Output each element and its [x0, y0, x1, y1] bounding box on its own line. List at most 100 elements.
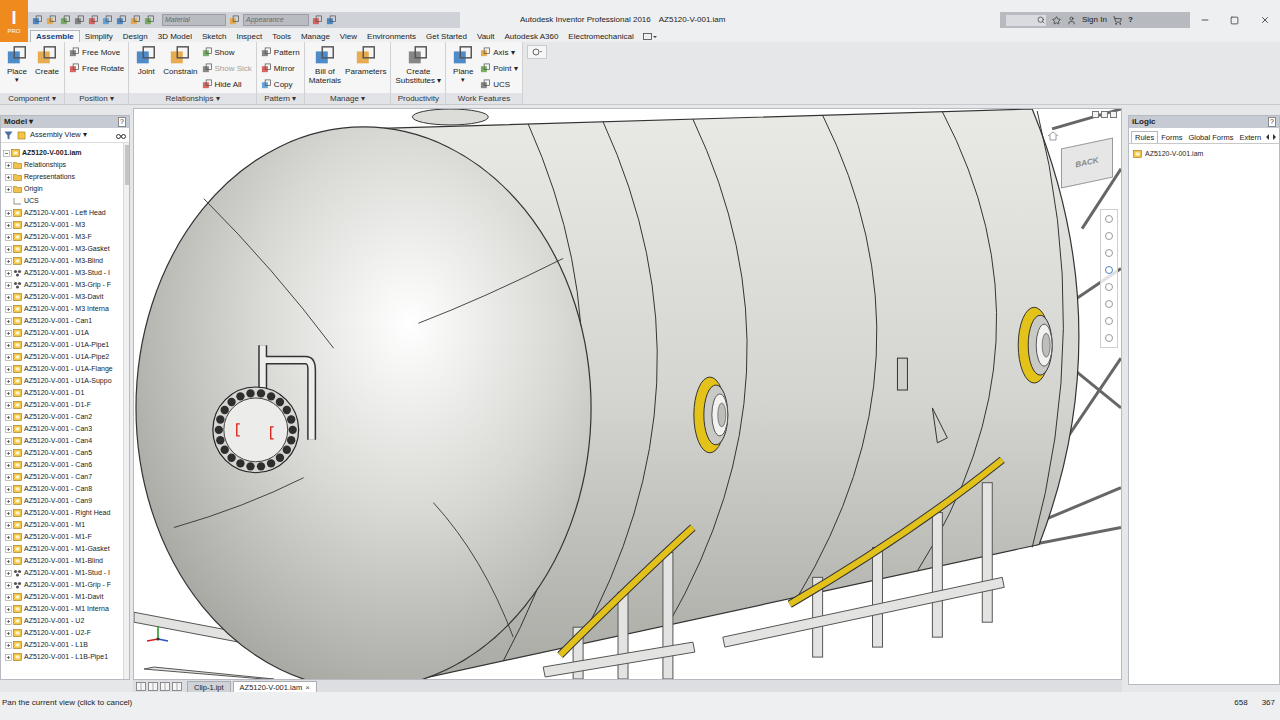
- tree-item[interactable]: Representations: [1, 171, 123, 183]
- expander-icon[interactable]: [5, 186, 12, 193]
- tree-item[interactable]: Relationships: [1, 159, 123, 171]
- ribbon-tab[interactable]: Get Started: [421, 31, 472, 42]
- expander-icon[interactable]: [5, 414, 12, 421]
- appearance-dropdown[interactable]: Appearance: [243, 14, 309, 26]
- ribbon-button[interactable]: Parameters: [345, 45, 386, 93]
- expander-icon[interactable]: [5, 474, 12, 481]
- cart-icon[interactable]: [1113, 16, 1122, 25]
- ribbon-small-button[interactable]: Free Move: [69, 45, 124, 60]
- window-arrange-icon[interactable]: [172, 682, 182, 691]
- expander-icon[interactable]: [5, 246, 12, 253]
- expander-icon[interactable]: [5, 294, 12, 301]
- tree-item[interactable]: AZ5120-V-001 - M1-Blind: [1, 555, 123, 567]
- expander-icon[interactable]: [5, 354, 12, 361]
- expander-icon[interactable]: [5, 210, 12, 217]
- tree-item[interactable]: AZ5120-V-001 - M1-Gasket: [1, 543, 123, 555]
- minimize-icon[interactable]: [1200, 15, 1210, 25]
- tree-item[interactable]: AZ5120-V-001 - M1 Interna: [1, 603, 123, 615]
- tree-item[interactable]: AZ5120-V-001 - M3-Davit: [1, 291, 123, 303]
- nav-tool-icon[interactable]: [1104, 299, 1114, 309]
- ribbon-small-button[interactable]: Show: [202, 45, 252, 60]
- tree-item[interactable]: AZ5120-V-001 - D1-F: [1, 399, 123, 411]
- tree-item[interactable]: AZ5120-V-001 - Left Head: [1, 207, 123, 219]
- ribbon-group-label[interactable]: Work Features: [446, 93, 521, 104]
- tree-item[interactable]: AZ5120-V-001 - U1A: [1, 327, 123, 339]
- manway[interactable]: [213, 345, 312, 473]
- nav-tool-icon[interactable]: [1104, 265, 1114, 275]
- expander-icon[interactable]: [5, 318, 12, 325]
- restore-icon[interactable]: [1230, 16, 1239, 25]
- expander-icon[interactable]: [5, 426, 12, 433]
- expander-icon[interactable]: [5, 642, 12, 649]
- ribbon-small-button[interactable]: Show Sick: [202, 61, 252, 76]
- ribbon-tab[interactable]: Vault: [472, 31, 500, 42]
- expander-icon[interactable]: [5, 438, 12, 445]
- vessel-model[interactable]: [134, 109, 1121, 679]
- ribbon-button[interactable]: Joint: [133, 45, 159, 93]
- expander-icon[interactable]: [5, 570, 12, 577]
- window-arrange-icon[interactable]: [136, 682, 146, 691]
- find-icon[interactable]: [116, 131, 126, 140]
- tree-item[interactable]: AZ5120-V-001 - U2: [1, 615, 123, 627]
- ribbon-small-button[interactable]: Hide All: [202, 77, 252, 92]
- ribbon-small-button[interactable]: UCS: [480, 77, 517, 92]
- close-tab-button[interactable]: ×: [305, 682, 310, 693]
- graphics-window[interactable]: BACK: [133, 108, 1122, 680]
- help-button[interactable]: ?: [1268, 117, 1276, 127]
- ribbon-group-label[interactable]: Component ▾: [0, 93, 64, 104]
- tree-item[interactable]: AZ5120-V-001 - U2-F: [1, 627, 123, 639]
- tree-item[interactable]: AZ5120-V-001 - M3-Stud - I: [1, 267, 123, 279]
- nav-tool-icon[interactable]: [1104, 214, 1114, 224]
- expander-icon[interactable]: [5, 654, 12, 661]
- search-field[interactable]: [1006, 15, 1046, 26]
- expander-icon[interactable]: [5, 462, 12, 469]
- expander-icon[interactable]: [5, 222, 12, 229]
- ribbon-tab[interactable]: Assemble: [30, 30, 80, 42]
- ribbon-tab[interactable]: Autodesk A360: [500, 31, 564, 42]
- nozzle[interactable]: [694, 377, 728, 453]
- expander-icon[interactable]: [5, 594, 12, 601]
- expander-icon[interactable]: [5, 366, 12, 373]
- window-arrange-icon[interactable]: [160, 682, 170, 691]
- ribbon-tab[interactable]: Tools: [267, 31, 296, 42]
- window-arrange-icon[interactable]: [148, 682, 158, 691]
- material-dropdown[interactable]: Material: [162, 14, 226, 26]
- panel-title[interactable]: Model ▾: [4, 116, 33, 128]
- tree-item[interactable]: AZ5120-V-001 - M1-Grip - F: [1, 579, 123, 591]
- expander-icon[interactable]: [5, 402, 12, 409]
- ribbon-button[interactable]: Bill ofMaterials: [309, 45, 341, 93]
- ribbon-group-label[interactable]: Pattern ▾: [257, 93, 304, 104]
- ribbon-small-button[interactable]: Mirror: [261, 61, 300, 76]
- tree-item[interactable]: AZ5120-V-001 - M1-Davit: [1, 591, 123, 603]
- expander-icon[interactable]: [3, 150, 10, 157]
- tree-item[interactable]: AZ5120-V-001 - Right Head: [1, 507, 123, 519]
- expander-icon[interactable]: [5, 498, 12, 505]
- ribbon-group-label[interactable]: Manage ▾: [305, 93, 391, 104]
- tree-item[interactable]: AZ5120-V-001 - Can8: [1, 483, 123, 495]
- expander-icon[interactable]: [5, 234, 12, 241]
- nav-tool-icon[interactable]: [1104, 282, 1114, 292]
- filter-icon[interactable]: [4, 131, 13, 140]
- expander-icon[interactable]: [5, 510, 12, 517]
- expander-icon[interactable]: [5, 378, 12, 385]
- viewport-control-button[interactable]: [1092, 111, 1099, 118]
- tree-item[interactable]: AZ5120-V-001 - M1-F: [1, 531, 123, 543]
- ribbon-button[interactable]: Create: [34, 45, 60, 93]
- ribbon-tab[interactable]: Environments: [362, 31, 421, 42]
- expander-icon[interactable]: [5, 606, 12, 613]
- tree-item[interactable]: AZ5120-V-001 - Can1: [1, 315, 123, 327]
- tree-item[interactable]: AZ5120-V-001 - M3-Grip - F: [1, 279, 123, 291]
- ribbon-button[interactable]: Constrain: [163, 45, 197, 93]
- expander-icon[interactable]: [5, 162, 12, 169]
- expander-icon[interactable]: [5, 450, 12, 457]
- expander-icon[interactable]: [5, 282, 12, 289]
- nozzle[interactable]: [1018, 307, 1052, 383]
- tree-item[interactable]: AZ5120-V-001 - Can9: [1, 495, 123, 507]
- tree-item[interactable]: AZ5120-V-001 - Can3: [1, 423, 123, 435]
- tab-options-icon[interactable]: [643, 32, 657, 41]
- expander-icon[interactable]: [5, 390, 12, 397]
- ribbon-small-button[interactable]: Pattern: [261, 45, 300, 60]
- tree-item[interactable]: AZ5120-V-001 - D1: [1, 387, 123, 399]
- help-button[interactable]: ?: [1128, 14, 1133, 26]
- nav-tool-icon[interactable]: [1104, 333, 1114, 343]
